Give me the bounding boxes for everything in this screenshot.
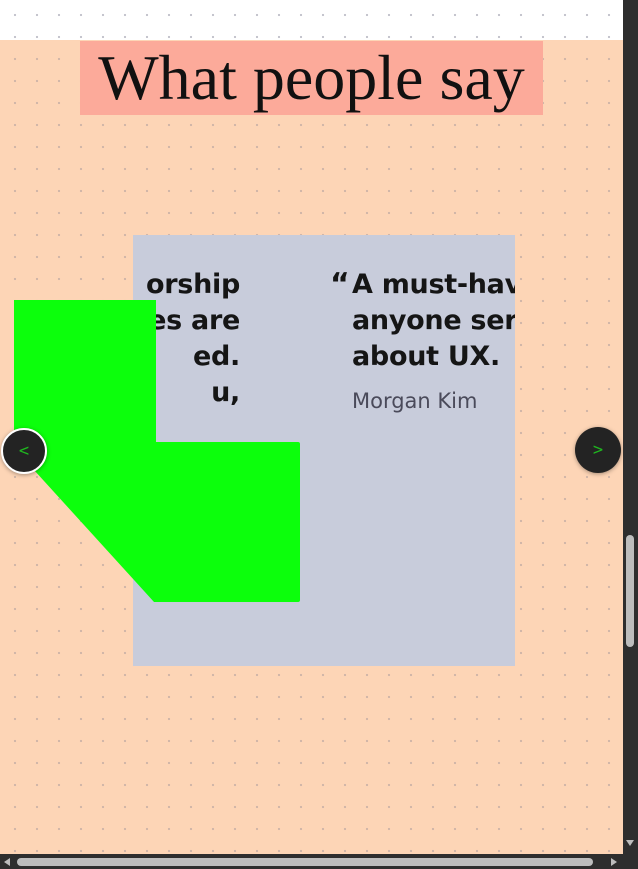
section-title: What people say: [98, 42, 525, 113]
testimonial-card-prev: orship rces are ed. u,: [40, 267, 240, 411]
testimonials-page: What people say orship rces are ed. u, “…: [0, 0, 623, 854]
testimonial-quote: A must-have anyone serio about UX.: [352, 269, 515, 372]
horizontal-scrollbar[interactable]: [0, 854, 623, 869]
title-highlight: What people say: [80, 41, 543, 115]
quote-mark-icon: “: [330, 267, 350, 302]
scroll-left-arrow-icon[interactable]: [4, 858, 10, 866]
testimonial-clip-prev: orship rces are ed. u,: [40, 255, 240, 455]
vertical-scrollbar[interactable]: [623, 0, 638, 854]
vertical-scrollbar-thumb[interactable]: [626, 535, 634, 647]
top-strip: [0, 0, 623, 40]
scroll-right-arrow-icon[interactable]: [611, 858, 617, 866]
carousel-next-button[interactable]: >: [575, 427, 621, 473]
horizontal-scrollbar-thumb[interactable]: [17, 858, 593, 866]
testimonial-quote: orship rces are ed. u,: [119, 269, 240, 408]
testimonial-card-current: “ A must-have anyone serio about UX. Mor…: [330, 267, 515, 413]
testimonial-clip-current: “ A must-have anyone serio about UX. Mor…: [300, 255, 515, 555]
carousel-prev-button[interactable]: <: [1, 428, 47, 474]
scrollbar-corner: [623, 854, 638, 869]
testimonial-author: Morgan Kim: [352, 389, 478, 413]
scroll-down-arrow-icon[interactable]: [626, 840, 634, 846]
